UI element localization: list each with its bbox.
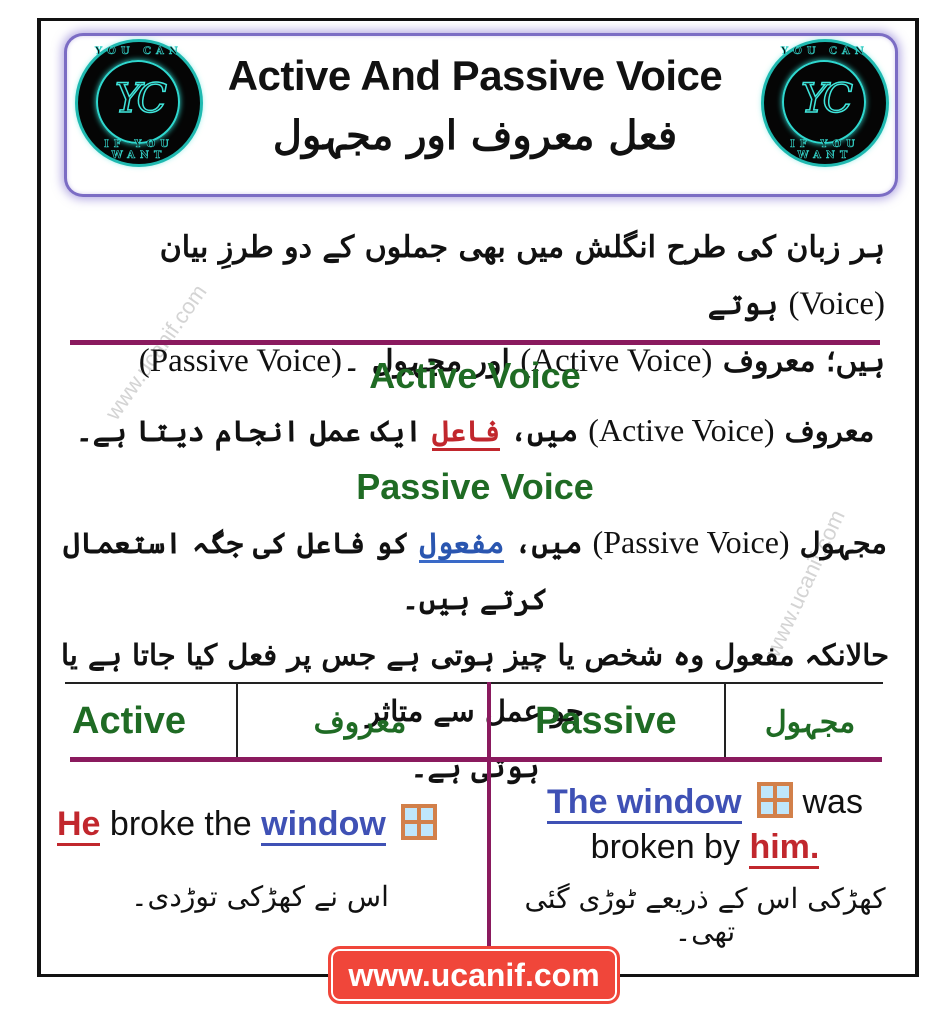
table-header-active-urdu: معروف [313, 705, 407, 740]
definition-text: ایک عمل انجام دیتا ہے۔ [75, 414, 422, 448]
definition-text: معروف [784, 414, 875, 448]
passive-example-urdu: کھڑکی اس کے ذریعے ٹوڑی گئی تھی۔ [524, 882, 886, 948]
window-icon [757, 782, 794, 818]
definition-text: میں، [514, 526, 583, 560]
table-center-divider [487, 682, 491, 948]
highlight-object: مفعول [419, 526, 505, 563]
page-title: Active And Passive Voice [227, 52, 723, 99]
active-voice-definition: معروف (Active Voice) میں، فاعل ایک عمل ا… [60, 402, 890, 459]
table-column-divider [236, 682, 238, 760]
table-header-passive: Passive [535, 700, 677, 742]
definition-english-term: (Active Voice) [588, 412, 775, 448]
logo-right: YOU CAN YC IF YOU WANT [764, 42, 886, 164]
passive-example-sentence: The window was broken by him. [495, 782, 915, 869]
logo-top-text: YOU CAN [781, 46, 869, 58]
active-example-urdu: اس نے کھڑکی توڑدی۔ [131, 880, 389, 913]
definition-line-1: مجہول (Passive Voice) میں، مفعول کو فاعل… [60, 514, 890, 627]
active-example-sentence: He broke the window [57, 804, 438, 846]
section-divider [70, 340, 880, 345]
logo-left: YOU CAN YC IF YOU WANT [78, 42, 200, 164]
passive-voice-definition: مجہول (Passive Voice) میں، مفعول کو فاعل… [60, 514, 890, 795]
intro-text: ہوتے [707, 287, 779, 322]
example-agent: him. [749, 828, 820, 869]
example-verb: was [802, 783, 863, 821]
intro-text: ہر زبان کی طرح انگلش میں بھی جملوں کے دو… [159, 230, 885, 265]
table-top-border [65, 682, 883, 684]
table-header-divider [70, 757, 882, 762]
website-url-badge[interactable]: www.ucanif.com [328, 946, 620, 1004]
passive-example-line-2: broken by him. [495, 828, 915, 869]
example-verb: broke the [109, 805, 252, 843]
definition-text: میں، [510, 414, 579, 448]
logo-monogram: YC [114, 75, 168, 123]
table-header-active: Active [72, 700, 187, 742]
example-subject: He [57, 805, 101, 846]
example-object: window [261, 805, 386, 846]
window-icon [401, 804, 438, 840]
definition-text: مجہول [799, 526, 887, 560]
page-subtitle-urdu: فعل معروف اور مجہول [272, 112, 678, 159]
passive-example-line-1: The window was [495, 782, 915, 824]
intro-english-term: (Voice) [788, 286, 885, 322]
table-header-passive-urdu: مجہول [764, 705, 856, 740]
logo-bottom-text: IF YOU WANT [104, 139, 174, 162]
example-subject: The window [547, 783, 742, 824]
active-voice-heading: Active Voice [369, 355, 581, 396]
passive-voice-heading: Passive Voice [356, 466, 594, 507]
highlight-subject: فاعل [432, 414, 501, 451]
logo-monogram: YC [800, 75, 854, 123]
intro-line-1: ہر زبان کی طرح انگلش میں بھی جملوں کے دو… [70, 220, 885, 333]
logo-top-text: YOU CAN [95, 46, 183, 58]
logo-bottom-text: IF YOU WANT [790, 139, 860, 162]
example-verb: broken by [590, 828, 740, 866]
definition-english-term: (Passive Voice) [592, 524, 790, 560]
table-column-divider [724, 682, 726, 760]
